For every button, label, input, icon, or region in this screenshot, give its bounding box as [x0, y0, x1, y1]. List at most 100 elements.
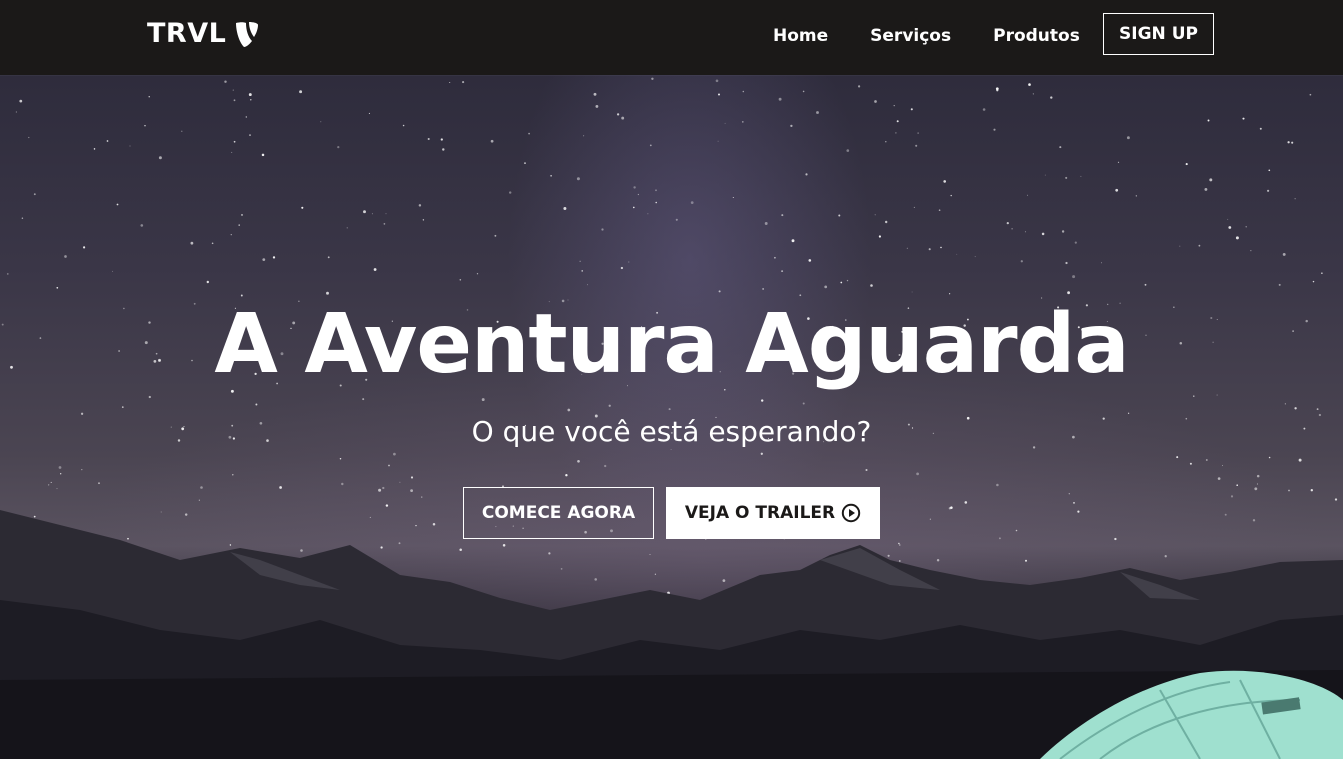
- star: [581, 270, 583, 272]
- brand-logo[interactable]: TRVL: [147, 18, 260, 49]
- star: [28, 136, 30, 139]
- star: [654, 573, 657, 575]
- star: [802, 402, 805, 405]
- star: [996, 89, 999, 92]
- star: [1126, 136, 1130, 140]
- star: [587, 284, 588, 286]
- star: [1294, 407, 1297, 410]
- star: [616, 113, 620, 116]
- star: [637, 193, 640, 196]
- hero-subline: O que você está esperando?: [471, 415, 872, 448]
- star: [647, 213, 649, 215]
- star: [824, 285, 828, 289]
- star: [938, 209, 941, 212]
- star: [838, 214, 841, 217]
- star: [385, 213, 387, 215]
- star: [56, 286, 59, 289]
- star: [1176, 456, 1179, 459]
- star: [621, 116, 625, 120]
- star: [1256, 483, 1258, 485]
- star: [840, 281, 843, 284]
- star: [398, 542, 401, 545]
- start-now-label: COMECE AGORA: [481, 503, 636, 523]
- star: [742, 90, 745, 93]
- star: [690, 201, 694, 204]
- star: [231, 151, 233, 153]
- star: [1073, 502, 1075, 504]
- star: [184, 513, 188, 516]
- star: [410, 476, 414, 479]
- start-now-button[interactable]: COMECE AGORA: [463, 487, 654, 539]
- star: [1041, 232, 1045, 236]
- signup-button[interactable]: SIGN UP: [1103, 13, 1214, 55]
- star: [790, 124, 793, 128]
- star: [93, 148, 96, 150]
- star: [655, 189, 657, 192]
- star: [781, 270, 784, 273]
- star: [816, 111, 819, 114]
- star: [422, 219, 425, 221]
- star: [993, 128, 996, 131]
- star: [715, 79, 719, 83]
- star: [1224, 513, 1227, 516]
- star: [238, 224, 240, 226]
- star: [476, 273, 479, 275]
- nav-link-produtos[interactable]: Produtos: [993, 24, 1080, 48]
- star: [1189, 462, 1192, 465]
- star: [158, 156, 162, 160]
- star: [1217, 477, 1221, 480]
- star: [1309, 93, 1312, 96]
- star: [917, 132, 919, 134]
- star: [1164, 555, 1167, 558]
- star: [916, 472, 919, 476]
- star: [233, 140, 236, 143]
- star: [929, 518, 931, 520]
- star: [60, 473, 62, 475]
- star: [717, 93, 721, 96]
- star: [106, 140, 109, 142]
- star: [198, 499, 200, 501]
- star: [601, 228, 604, 231]
- star: [1117, 161, 1120, 163]
- star: [383, 223, 386, 225]
- star: [1259, 127, 1262, 130]
- star: [593, 92, 597, 96]
- star: [320, 121, 322, 123]
- star: [459, 279, 462, 281]
- star: [224, 80, 227, 83]
- star: [373, 268, 377, 271]
- star: [64, 255, 67, 258]
- star: [1230, 495, 1234, 498]
- star: [262, 258, 266, 261]
- nav-link-servicos[interactable]: Serviços: [870, 24, 951, 48]
- star: [887, 554, 890, 557]
- star: [846, 279, 849, 282]
- star: [928, 248, 931, 251]
- star: [846, 149, 850, 152]
- star: [415, 524, 417, 527]
- star: [604, 464, 607, 468]
- star: [722, 579, 726, 582]
- star: [884, 220, 888, 224]
- star: [1101, 262, 1102, 264]
- star: [1236, 484, 1238, 486]
- star: [112, 270, 114, 272]
- star: [1254, 487, 1258, 491]
- star: [778, 97, 782, 101]
- star: [427, 137, 430, 141]
- star: [341, 482, 344, 486]
- star: [567, 408, 571, 412]
- watch-trailer-button[interactable]: VEJA O TRAILER: [666, 487, 880, 539]
- star: [732, 196, 734, 199]
- nav-links: Home Serviços Produtos: [773, 24, 1080, 48]
- nav-link-home[interactable]: Home: [773, 24, 828, 48]
- star: [232, 89, 234, 91]
- star: [1080, 175, 1082, 177]
- star: [1334, 498, 1338, 501]
- star: [232, 474, 234, 476]
- star: [1235, 236, 1239, 240]
- star: [121, 406, 124, 408]
- star: [490, 139, 494, 143]
- star: [393, 452, 396, 456]
- star: [127, 537, 129, 540]
